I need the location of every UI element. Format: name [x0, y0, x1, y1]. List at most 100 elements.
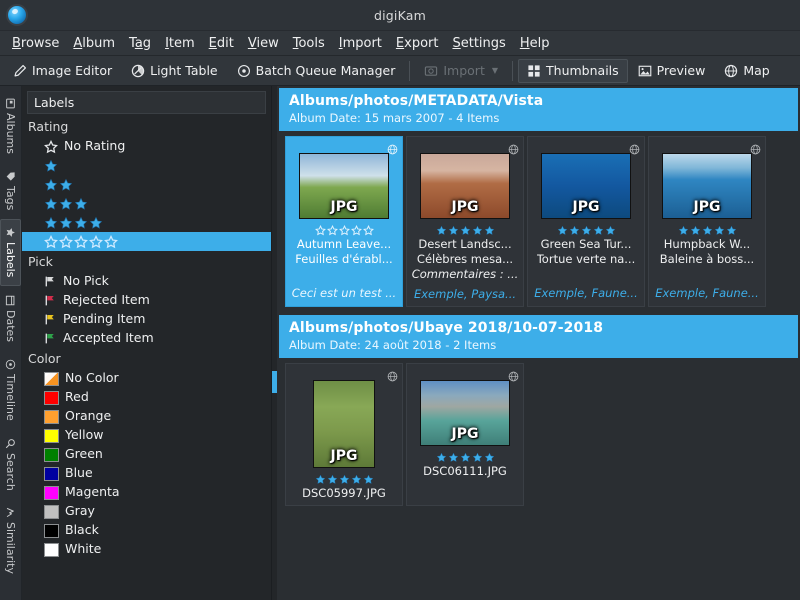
thumbnail-rating-stars[interactable]: [315, 225, 374, 236]
toolbar-button-thumbnails[interactable]: Thumbnails: [518, 59, 628, 83]
color-row-yellow[interactable]: Yellow: [22, 426, 271, 445]
color-swatch: [44, 372, 59, 386]
thumbnail-title: Autumn Leave...: [297, 237, 391, 251]
color-row-label: Orange: [65, 410, 111, 423]
thumbnail-subtitle: Célèbres mesa...: [417, 252, 513, 266]
toolbar-button-batch-queue-manager[interactable]: Batch Queue Manager: [228, 59, 405, 83]
color-row-red[interactable]: Red: [22, 388, 271, 407]
menu-item-edit[interactable]: Edit: [202, 33, 241, 54]
main-toolbar: Image EditorLight Table Batch Queue Manag…: [0, 56, 800, 86]
toolbar-button-label: Preview: [657, 63, 706, 78]
chevron-down-icon[interactable]: ▼: [492, 66, 498, 75]
sidebar-tab-labels[interactable]: Labels: [0, 219, 21, 285]
sidebar-tab-albums[interactable]: Albums: [0, 90, 21, 162]
tag-icon: [5, 171, 16, 182]
rating-row-2[interactable]: [22, 175, 271, 194]
color-row-label: Red: [65, 391, 89, 404]
sidebar-tab-similarity[interactable]: Similarity: [0, 499, 21, 582]
window-title: digiKam: [0, 8, 800, 23]
album-icon-view[interactable]: Albums/photos/METADATA/VistaAlbum Date: …: [277, 86, 800, 600]
album-header[interactable]: Albums/photos/Ubaye 2018/10-07-2018Album…: [279, 315, 798, 358]
color-row-orange[interactable]: Orange: [22, 407, 271, 426]
color-swatch: [44, 486, 59, 500]
toolbar-button-label: Import: [443, 63, 485, 78]
pick-row-label: Accepted Item: [63, 332, 154, 345]
album-subtitle: Album Date: 24 août 2018 - 2 Items: [289, 338, 788, 352]
thumbnail-rating-stars[interactable]: [436, 452, 495, 463]
flag-icon: [44, 313, 57, 326]
toolbar-button-preview[interactable]: Preview: [629, 59, 715, 83]
pick-row-accepted-item[interactable]: Accepted Item: [22, 329, 271, 348]
color-swatch: [44, 505, 59, 519]
thumbnail-item[interactable]: JPGAutumn Leave...Feuilles d'érabl...Cec…: [285, 136, 403, 307]
color-group-title: Color: [22, 348, 271, 369]
sidebar-tab-label: Timeline: [4, 374, 17, 421]
color-row-black[interactable]: Black: [22, 521, 271, 540]
menu-item-tag[interactable]: Tag: [122, 33, 158, 54]
color-row-blue[interactable]: Blue: [22, 464, 271, 483]
pencil-icon: [13, 64, 27, 78]
pick-row-no-pick[interactable]: No Pick: [22, 272, 271, 291]
color-swatch: [44, 410, 59, 424]
menu-item-help[interactable]: Help: [513, 33, 557, 54]
thumbnail-item[interactable]: JPGDesert Landsc...Célèbres mesa...Comme…: [406, 136, 524, 307]
thumbnail-item[interactable]: JPGGreen Sea Tur...Tortue verte na...Exe…: [527, 136, 645, 307]
thumbnail-row: JPGDSC05997.JPGJPGDSC06111.JPG: [277, 358, 800, 512]
thumbnail-item[interactable]: JPGDSC06111.JPG: [406, 363, 524, 506]
color-list: No Color Red Orange YellowGreenBlueMagenta G…: [22, 369, 271, 559]
thumbnail-rating-stars[interactable]: [557, 225, 616, 236]
menu-item-settings[interactable]: Settings: [445, 33, 512, 54]
sidebar-tab-dates[interactable]: Dates: [0, 287, 21, 350]
rating-row-3[interactable]: [22, 194, 271, 213]
toolbar-button-label: Batch Queue Manager: [256, 63, 396, 78]
format-badge: JPG: [542, 199, 630, 215]
sidebar-tab-search[interactable]: Search: [0, 430, 21, 499]
color-row-gray[interactable]: Gray: [22, 502, 271, 521]
color-row-label: No Color: [65, 372, 119, 385]
sidebar-tab-timeline[interactable]: Timeline: [0, 351, 21, 429]
pick-row-rejected-item[interactable]: Rejected Item: [22, 291, 271, 310]
batchqueue-icon: [237, 64, 251, 78]
rating-row-4[interactable]: [22, 213, 271, 232]
color-row-magenta[interactable]: Magenta: [22, 483, 271, 502]
thumbnail-subtitle: Feuilles d'érabl...: [295, 252, 392, 266]
format-badge: JPG: [663, 199, 751, 215]
rating-stars: [44, 178, 73, 192]
format-badge: JPG: [421, 426, 509, 442]
star-icon: [5, 227, 16, 238]
rating-row-1[interactable]: [22, 156, 271, 175]
color-swatch: [44, 448, 59, 462]
rating-row-0[interactable]: No Rating: [22, 137, 271, 156]
menu-item-view[interactable]: View: [241, 33, 286, 54]
thumbnail-title: Humpback W...: [664, 237, 750, 251]
menu-item-item[interactable]: Item: [158, 33, 202, 54]
thumbnail-rating-stars[interactable]: [436, 225, 495, 236]
album-header[interactable]: Albums/photos/METADATA/VistaAlbum Date: …: [279, 88, 798, 131]
thumbnail-item[interactable]: JPGHumpback W...Baleine à boss...Exemple…: [648, 136, 766, 307]
toolbar-button-image-editor[interactable]: Image Editor: [4, 59, 121, 83]
title-bar: digiKam: [0, 0, 800, 31]
toolbar-button-light-table[interactable]: Light Table: [122, 59, 227, 83]
color-row-label: Gray: [65, 505, 95, 518]
menu-item-album[interactable]: Album: [66, 33, 122, 54]
rating-row-5[interactable]: [22, 232, 271, 251]
album-subtitle: Album Date: 15 mars 2007 - 4 Items: [289, 111, 788, 125]
thumbnail-image: JPG: [299, 153, 389, 219]
menu-item-browse[interactable]: Browse: [5, 33, 66, 54]
color-row-no-color[interactable]: No Color: [22, 369, 271, 388]
menu-item-tools[interactable]: Tools: [286, 33, 332, 54]
thumbnails-icon: [527, 64, 541, 78]
thumbnail-item[interactable]: JPGDSC05997.JPG: [285, 363, 403, 506]
color-row-white[interactable]: White: [22, 540, 271, 559]
pick-row-pending-item[interactable]: Pending Item: [22, 310, 271, 329]
calendar-icon: [5, 295, 16, 306]
color-row-green[interactable]: Green: [22, 445, 271, 464]
menu-item-import[interactable]: Import: [332, 33, 389, 54]
color-swatch: [44, 429, 59, 443]
thumbnail-tags: Exemple, Faune...: [655, 286, 759, 300]
menu-item-export[interactable]: Export: [389, 33, 446, 54]
thumbnail-rating-stars[interactable]: [678, 225, 737, 236]
thumbnail-rating-stars[interactable]: [315, 474, 374, 485]
toolbar-button-map[interactable]: Map: [715, 59, 778, 83]
sidebar-tab-tags[interactable]: Tags: [0, 163, 21, 218]
